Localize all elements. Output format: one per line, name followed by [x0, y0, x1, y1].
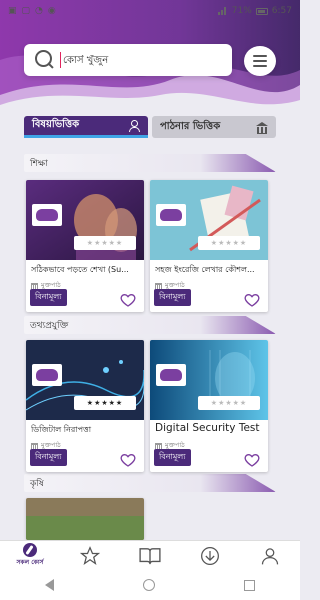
provider-logo	[32, 364, 62, 386]
price-badge: বিনামূল্য	[154, 449, 191, 466]
section-title: শিক্ষা	[30, 158, 48, 169]
course-card[interactable]: ★★★★★ সহজ ইংরেজি লেখার কৌশল... মুক্তপাঠ …	[150, 180, 268, 312]
wifi-icon: ◔	[35, 6, 43, 16]
course-thumbnail	[26, 498, 144, 540]
system-navigation-bar	[0, 570, 300, 600]
tab-provider-based[interactable]: পাঠনার ভিত্তিক	[152, 116, 276, 138]
nav-label: সকল কোর্স	[16, 559, 44, 566]
battery-percent: 71%	[231, 6, 252, 16]
provider-logo	[156, 364, 186, 386]
rating-stars: ★★★★★	[198, 236, 260, 250]
course-title: Digital Security Test	[155, 422, 260, 434]
status-right: 71% 6:57	[217, 6, 292, 16]
course-title: ডিজিটাল নিরাপত্তা	[31, 425, 92, 434]
course-title: সহজ ইংরেজি লেখার কৌশল...	[155, 265, 255, 274]
institution-icon	[155, 282, 162, 289]
category-tabs: বিষয়ভিত্তিক পাঠনার ভিত্তিক	[24, 116, 276, 138]
menu-button[interactable]	[244, 46, 276, 76]
sim-icon: ▣	[8, 6, 17, 16]
hamburger-line	[253, 65, 267, 67]
search-icon	[34, 49, 56, 71]
section-title: তথ্যপ্রযুক্তি	[30, 320, 69, 331]
section-header-ict: তথ্যপ্রযুক্তি	[24, 316, 276, 334]
price-badge: বিনামূল্য	[30, 289, 67, 306]
rating-stars: ★★★★★	[198, 396, 260, 410]
nav-downloads[interactable]	[190, 541, 230, 571]
notification-icon: ◉	[47, 6, 56, 16]
provider-logo	[156, 204, 186, 226]
course-title: সঠিকভাবে পড়তে শেখা (Su...	[31, 265, 129, 274]
text-cursor	[60, 52, 61, 68]
rating-stars: ★★★★★	[74, 396, 136, 410]
tab-label: পাঠনার ভিত্তিক	[160, 120, 221, 132]
institution-icon	[155, 442, 162, 449]
favorite-heart-icon[interactable]	[244, 452, 260, 468]
tab-label: বিষয়ভিত্তিক	[32, 119, 80, 130]
hamburger-icon	[253, 55, 267, 57]
signal-icon	[217, 7, 228, 15]
favorite-heart-icon[interactable]	[244, 292, 260, 308]
section-header-bar	[24, 474, 276, 492]
section-header-education: শিক্ষা	[24, 154, 276, 172]
section-header-bar	[24, 154, 276, 172]
section-header-agriculture: কৃষি	[24, 474, 276, 492]
course-card[interactable]: ★★★★★ সঠিকভাবে পড়তে শেখা (Su... মুক্তপা…	[26, 180, 144, 312]
nav-library[interactable]	[130, 541, 170, 571]
institution-icon	[31, 442, 38, 449]
bank-icon	[256, 121, 268, 134]
price-badge: বিনামূল্য	[154, 289, 191, 306]
status-left: ▣ ▢ ◔ ◉	[8, 6, 56, 16]
nav-profile[interactable]	[250, 541, 290, 571]
lock-icon: ▢	[21, 6, 31, 16]
search-input[interactable]	[63, 54, 213, 66]
back-icon[interactable]	[44, 579, 54, 591]
download-icon	[201, 546, 219, 565]
recent-apps-icon[interactable]	[244, 579, 256, 591]
course-card[interactable]: ★★★★★ Digital Security Test মুক্তপাঠ বিন…	[150, 340, 268, 472]
clock: 6:57	[271, 6, 292, 16]
compass-icon	[23, 543, 37, 557]
user-icon	[128, 119, 140, 132]
book-icon	[139, 547, 161, 564]
course-card[interactable]: ★★★★★ ডিজিটাল নিরাপত্তা মুক্তপাঠ বিনামূল…	[26, 340, 144, 472]
rating-stars: ★★★★★	[74, 236, 136, 250]
section-title: কৃষি	[30, 478, 44, 489]
favorite-heart-icon[interactable]	[120, 292, 136, 308]
tab-subject-based[interactable]: বিষয়ভিত্তিক	[24, 116, 148, 138]
price-badge: বিনামূল্য	[30, 449, 67, 466]
hamburger-line	[253, 60, 267, 62]
nav-favorites[interactable]	[70, 541, 110, 571]
profile-icon	[261, 547, 279, 564]
provider-logo	[32, 204, 62, 226]
status-bar: ▣ ▢ ◔ ◉ 71% 6:57	[0, 0, 300, 22]
course-card[interactable]	[26, 498, 144, 540]
nav-all-courses[interactable]: সকল কোর্স	[10, 541, 50, 571]
institution-icon	[31, 282, 38, 289]
star-icon	[80, 545, 100, 565]
search-bar[interactable]	[24, 44, 232, 76]
bottom-navigation: সকল কোর্স	[0, 540, 300, 570]
favorite-heart-icon[interactable]	[120, 452, 136, 468]
home-icon[interactable]	[142, 579, 155, 591]
battery-icon	[255, 7, 268, 15]
